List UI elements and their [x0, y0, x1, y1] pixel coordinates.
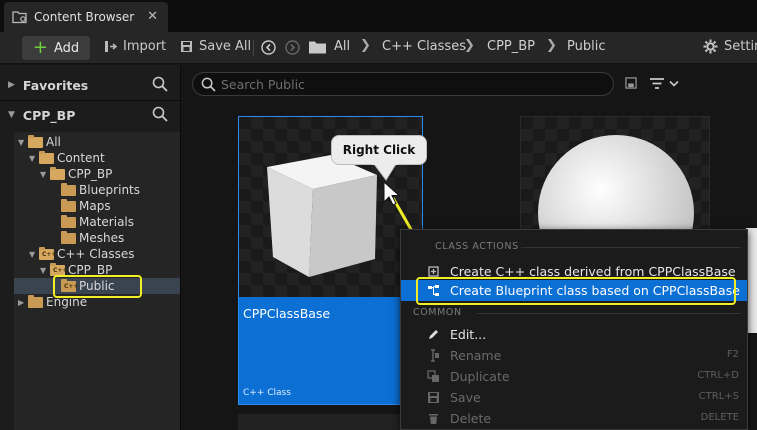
menu-item-shortcut: CTRL+S — [698, 391, 739, 402]
menu-item[interactable]: Save CTRL+S — [401, 387, 747, 408]
menu-item[interactable]: Edit... — [401, 324, 747, 345]
menu-item-label: Rename — [450, 348, 502, 363]
menu-category-common: COMMON — [413, 307, 462, 318]
menu-divider — [521, 247, 741, 248]
duplicate-icon — [427, 370, 440, 383]
menu-divider — [477, 313, 741, 314]
menu-item-label: Edit... — [450, 327, 487, 342]
menu-item-shortcut: DELETE — [700, 412, 739, 423]
menu-item-shortcut: F2 — [726, 349, 739, 360]
rename-icon — [427, 349, 440, 362]
pencil-icon — [427, 328, 440, 341]
menu-item[interactable]: Duplicate CTRL+D — [401, 366, 747, 387]
menu-item[interactable]: Rename F2 — [401, 345, 747, 366]
menu-item-label: Duplicate — [450, 369, 510, 384]
menu-item-label: Save — [450, 390, 481, 405]
menu-item-label: Delete — [450, 411, 492, 426]
callout-pointer-cover — [372, 162, 398, 165]
save-icon — [427, 391, 440, 404]
menu-item-shortcut: CTRL+D — [697, 370, 739, 381]
context-menu: CLASS ACTIONS COMMON Create C++ class de… — [400, 229, 748, 430]
menu-item[interactable]: Delete DELETE — [401, 408, 747, 429]
trash-icon — [427, 412, 440, 425]
annotation-highlight-box — [416, 277, 736, 305]
callout-pointer — [373, 163, 397, 181]
menu-category-class-actions: CLASS ACTIONS — [435, 241, 519, 252]
